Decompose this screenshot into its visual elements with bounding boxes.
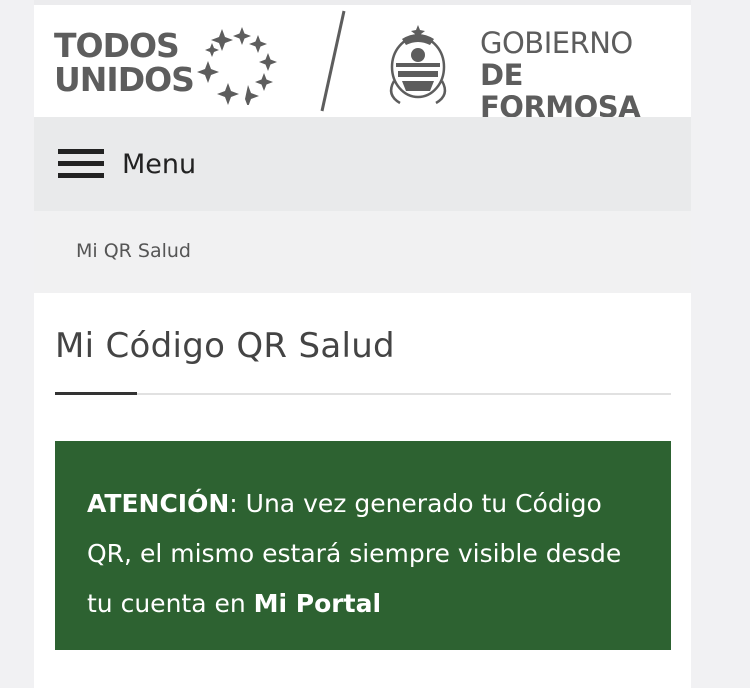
brand-line-1: TODOS (54, 26, 180, 65)
site-header: TODOS UNIDOS GOBIERNO DE FORMOSA (34, 5, 691, 123)
title-divider-accent (55, 392, 137, 395)
todos-unidos-logo[interactable]: TODOS UNIDOS (54, 25, 284, 105)
gov-line-1: GOBIERNO (480, 26, 633, 60)
page: TODOS UNIDOS GOBIERNO DE FORMOSA Menu Mi… (34, 0, 691, 688)
alert-label: ATENCIÓN (87, 489, 230, 518)
formosa-shield-icon (389, 25, 447, 105)
gobierno-formosa-wordmark[interactable]: GOBIERNO DE FORMOSA (480, 27, 691, 123)
mi-portal-link[interactable]: Mi Portal (254, 589, 381, 618)
breadcrumb-current: Mi QR Salud (76, 240, 191, 262)
title-divider (55, 393, 671, 395)
breadcrumb: Mi QR Salud (34, 211, 691, 293)
menu-button[interactable]: Menu (122, 149, 196, 181)
hamburger-icon[interactable] (58, 149, 104, 181)
stars-icon (197, 27, 277, 105)
menu-bar: Menu (34, 117, 691, 211)
todos-unidos-wordmark: TODOS UNIDOS (54, 26, 195, 99)
gov-line-2: DE FORMOSA (480, 58, 641, 124)
brand-line-2: UNIDOS (54, 60, 195, 99)
page-title: Mi Código QR Salud (55, 326, 395, 366)
attention-alert: ATENCIÓN: Una vez generado tu Código QR,… (55, 441, 671, 650)
header-divider (320, 10, 346, 112)
